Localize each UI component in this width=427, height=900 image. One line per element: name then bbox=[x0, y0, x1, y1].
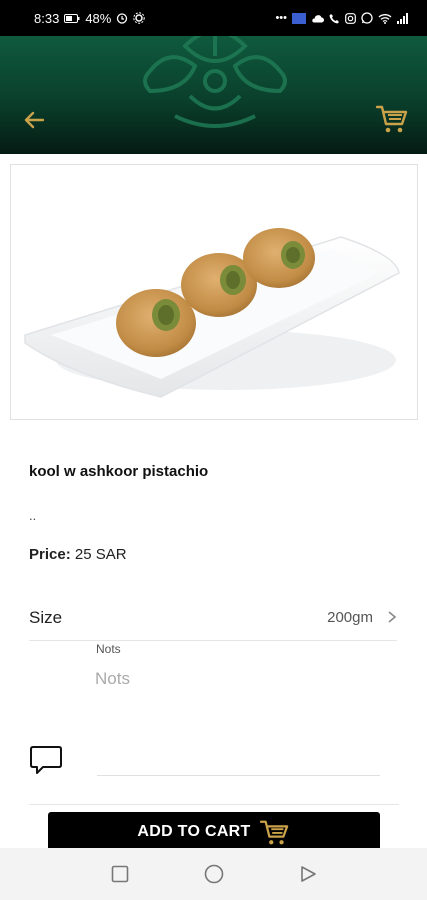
status-time: 8:33 bbox=[34, 10, 60, 26]
app-header bbox=[0, 36, 427, 154]
system-back-button[interactable] bbox=[296, 862, 320, 886]
size-value: 200gm bbox=[327, 608, 373, 626]
add-to-cart-button[interactable]: ADD TO CART bbox=[48, 812, 380, 852]
back-arrow-icon bbox=[24, 111, 45, 129]
back-button[interactable] bbox=[20, 106, 48, 134]
header-cart-button[interactable] bbox=[375, 102, 409, 136]
price-row: Price: 25 SAR bbox=[29, 546, 127, 563]
settings-status-icon bbox=[133, 12, 146, 24]
comment-icon bbox=[30, 746, 62, 774]
app-notification-icon bbox=[292, 12, 306, 24]
battery-icon bbox=[64, 13, 80, 23]
wifi-icon bbox=[378, 13, 392, 24]
status-left: 8:33 48% bbox=[34, 10, 146, 26]
add-to-cart-label: ADD TO CART bbox=[137, 823, 251, 840]
product-description: .. bbox=[29, 508, 37, 523]
section-divider bbox=[29, 804, 399, 805]
cart-icon bbox=[259, 820, 288, 845]
status-right: ••• bbox=[275, 12, 409, 24]
product-image-card bbox=[10, 164, 418, 420]
home-button[interactable] bbox=[202, 862, 226, 886]
back-icon bbox=[300, 866, 316, 882]
chevron-right-icon bbox=[388, 611, 397, 623]
instagram-icon bbox=[345, 12, 356, 24]
product-name: kool w ashkoor pistachio bbox=[29, 463, 209, 480]
size-selector[interactable]: Size 200gm bbox=[29, 596, 397, 641]
comment-underline bbox=[97, 775, 380, 776]
recent-apps-button[interactable] bbox=[108, 862, 132, 886]
phone-icon bbox=[329, 13, 339, 23]
price-value: 25 SAR bbox=[74, 546, 127, 563]
cloud-icon bbox=[312, 14, 324, 22]
cart-icon bbox=[375, 105, 408, 133]
price-label: Price: bbox=[29, 546, 71, 563]
home-icon bbox=[204, 864, 223, 884]
system-nav-bar bbox=[0, 848, 427, 900]
size-label: Size bbox=[29, 608, 63, 627]
notes-label: Nots bbox=[96, 642, 121, 656]
battery-percent: 48% bbox=[85, 10, 112, 26]
status-bar: 8:33 48% ••• bbox=[0, 0, 427, 36]
pastry-3 bbox=[243, 228, 315, 288]
status-more-dots: ••• bbox=[275, 12, 287, 24]
alarm-icon bbox=[117, 13, 128, 24]
header-ornament-pattern bbox=[143, 36, 287, 128]
pastry-1 bbox=[116, 289, 196, 357]
recent-apps-icon bbox=[111, 865, 128, 883]
notes-input[interactable] bbox=[95, 664, 379, 694]
size-value-group: 200gm bbox=[327, 609, 397, 628]
product-image bbox=[24, 228, 400, 398]
whatsapp-icon bbox=[361, 12, 373, 24]
signal-icon bbox=[397, 12, 408, 24]
